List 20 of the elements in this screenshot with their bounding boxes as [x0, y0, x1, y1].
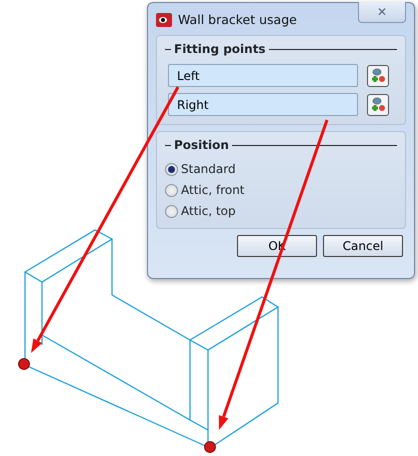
group-title: Position: [174, 137, 229, 154]
radio-button[interactable]: [165, 184, 178, 196]
radio-label: Attic, front: [181, 182, 245, 199]
radio-button[interactable]: [165, 204, 178, 218]
pick-button[interactable]: [367, 64, 389, 86]
pick-button[interactable]: [367, 94, 389, 116]
group-title: Fitting points: [174, 41, 266, 58]
point-marker: [18, 358, 30, 370]
app-icon: [156, 13, 172, 28]
radio-button[interactable]: [165, 162, 178, 176]
point-marker: [204, 441, 216, 453]
pick-point-icon: [370, 68, 386, 84]
dialog-button[interactable]: Cancel: [323, 235, 403, 257]
radio-label: Attic, top: [181, 203, 236, 220]
pick-point-icon: [370, 96, 386, 112]
radio-label: Standard: [181, 161, 236, 178]
point-field[interactable]: Left: [168, 64, 358, 87]
window-title: Wall bracket usage: [178, 11, 297, 29]
point-field[interactable]: Right: [168, 93, 358, 116]
close-button[interactable]: ✕: [358, 2, 406, 23]
